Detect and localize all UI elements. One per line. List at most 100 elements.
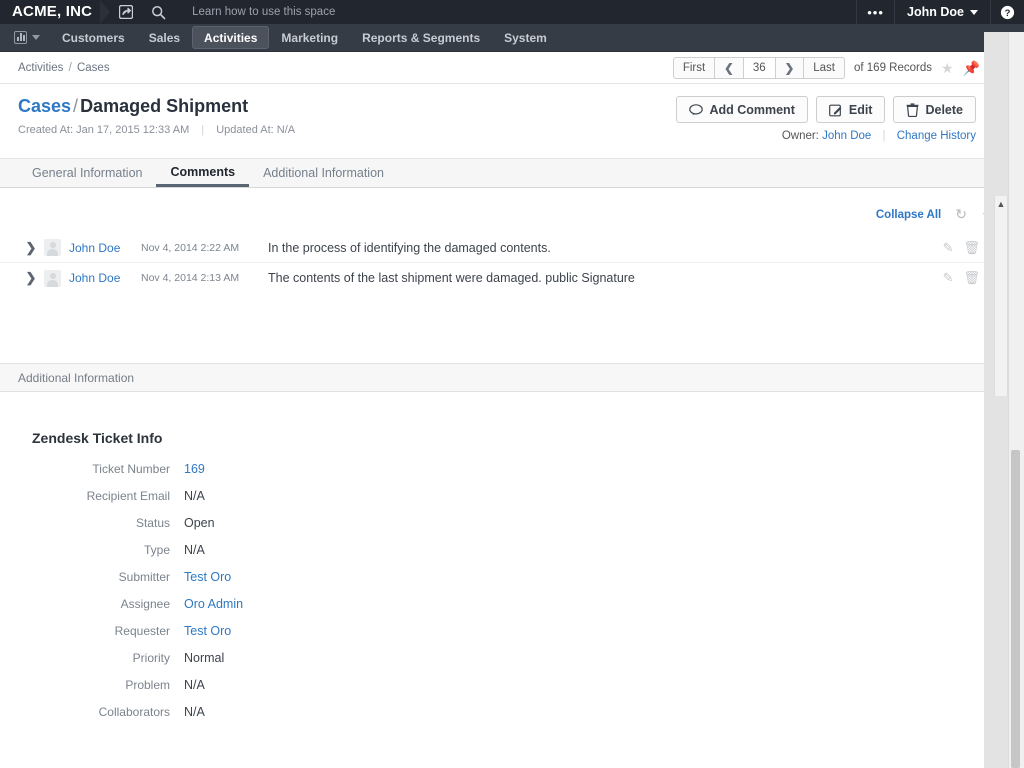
help-hint-text[interactable]: Learn how to use this space bbox=[174, 0, 856, 24]
comment-text: The contents of the last shipment were d… bbox=[268, 271, 635, 285]
entity-link-cases[interactable]: Cases bbox=[18, 96, 71, 116]
field-label: Assignee bbox=[32, 597, 184, 611]
bar-chart-icon bbox=[14, 31, 27, 44]
field-submitter: Submitter Test Oro bbox=[32, 570, 1024, 584]
comment-actions: ✎ 🗑 bbox=[943, 240, 980, 256]
breadcrumb-current[interactable]: Cases bbox=[77, 62, 110, 74]
add-comment-label: Add Comment bbox=[709, 103, 794, 117]
comment-delete-icon[interactable]: 🗑 bbox=[963, 240, 980, 256]
avatar bbox=[44, 239, 61, 256]
pager-prev-icon[interactable]: ❮ bbox=[714, 57, 743, 79]
zendesk-ticket-info-title: Zendesk Ticket Info bbox=[32, 430, 1024, 446]
user-menu[interactable]: John Doe bbox=[894, 0, 990, 24]
dashboard-menu[interactable] bbox=[0, 24, 50, 51]
breadcrumb-parent[interactable]: Activities bbox=[18, 62, 63, 74]
additional-information-header: Additional Information bbox=[0, 364, 1024, 392]
field-label: Status bbox=[32, 516, 184, 530]
nav-item-sales[interactable]: Sales bbox=[137, 24, 192, 51]
page-scrollbar[interactable] bbox=[1008, 32, 1024, 768]
chevron-right-icon[interactable]: ❯ bbox=[18, 270, 44, 286]
brand-logo[interactable]: ACME, INC bbox=[0, 0, 104, 24]
main-navigation: Customers Sales Activities Marketing Rep… bbox=[0, 24, 1024, 52]
field-problem: Problem N/A bbox=[32, 678, 1024, 692]
delete-button[interactable]: Delete bbox=[893, 96, 976, 123]
field-label: Problem bbox=[32, 678, 184, 692]
nav-item-reports-segments[interactable]: Reports & Segments bbox=[350, 24, 492, 51]
field-recipient-email: Recipient Email N/A bbox=[32, 489, 1024, 503]
pin-icon[interactable]: 📌 bbox=[963, 60, 980, 77]
record-header: Cases/Damaged Shipment Created At: Jan 1… bbox=[0, 84, 1024, 158]
field-priority: Priority Normal bbox=[32, 651, 1024, 665]
comment-edit-icon[interactable]: ✎ bbox=[943, 240, 954, 256]
field-label: Submitter bbox=[32, 570, 184, 584]
pager-button-group: First ❮ 36 ❯ Last bbox=[673, 57, 845, 79]
more-options-icon[interactable]: ••• bbox=[856, 0, 894, 24]
created-at: Created At: Jan 17, 2015 12:33 AM bbox=[18, 124, 189, 136]
tab-comments[interactable]: Comments bbox=[156, 159, 249, 187]
field-value: N/A bbox=[184, 678, 205, 692]
add-comment-button[interactable]: Add Comment bbox=[676, 96, 807, 123]
field-label: Type bbox=[32, 543, 184, 557]
pager-first-button[interactable]: First bbox=[673, 57, 714, 79]
refresh-icon[interactable]: ↻ bbox=[955, 206, 967, 223]
field-label: Requester bbox=[32, 624, 184, 638]
field-status: Status Open bbox=[32, 516, 1024, 530]
field-value: Normal bbox=[184, 651, 224, 665]
field-value[interactable]: Oro Admin bbox=[184, 597, 243, 611]
scroll-up-icon[interactable]: ▲ bbox=[995, 200, 1007, 209]
pager-page-input[interactable]: 36 bbox=[743, 57, 775, 79]
comment-icon bbox=[689, 104, 703, 116]
collapse-all-link[interactable]: Collapse All bbox=[876, 209, 941, 221]
share-icon[interactable] bbox=[110, 0, 142, 24]
field-value[interactable]: Test Oro bbox=[184, 570, 231, 584]
pager-next-icon[interactable]: ❯ bbox=[775, 57, 804, 79]
pencil-icon bbox=[829, 103, 843, 117]
comment-author-link[interactable]: John Doe bbox=[69, 241, 131, 255]
top-bar-right-group: ••• John Doe ? bbox=[856, 0, 1024, 24]
change-history-link[interactable]: Change History bbox=[897, 130, 976, 142]
user-menu-label: John Doe bbox=[907, 5, 964, 19]
field-value: N/A bbox=[184, 543, 205, 557]
nav-item-system[interactable]: System bbox=[492, 24, 559, 51]
comment-author-link[interactable]: John Doe bbox=[69, 271, 131, 285]
breadcrumb-bar: Activities / Cases First ❮ 36 ❯ Last of … bbox=[0, 52, 1024, 84]
field-value[interactable]: 169 bbox=[184, 462, 205, 476]
meta-divider: | bbox=[192, 124, 213, 136]
help-icon[interactable]: ? bbox=[990, 0, 1024, 24]
edit-button[interactable]: Edit bbox=[816, 96, 886, 123]
field-value[interactable]: Test Oro bbox=[184, 624, 231, 638]
chevron-right-icon[interactable]: ❯ bbox=[18, 240, 44, 256]
field-collaborators: Collaborators N/A bbox=[32, 705, 1024, 719]
nav-item-activities[interactable]: Activities bbox=[192, 26, 269, 49]
search-icon[interactable] bbox=[142, 0, 174, 24]
tab-additional-information[interactable]: Additional Information bbox=[249, 159, 398, 187]
comments-scrollbar[interactable]: ▲ bbox=[994, 196, 1008, 396]
tab-general-information[interactable]: General Information bbox=[18, 159, 156, 187]
nav-item-marketing[interactable]: Marketing bbox=[269, 24, 350, 51]
field-value: Open bbox=[184, 516, 215, 530]
comment-date: Nov 4, 2014 2:13 AM bbox=[141, 272, 239, 284]
field-value: N/A bbox=[184, 705, 205, 719]
top-bar: ACME, INC Learn how to use this space ••… bbox=[0, 0, 1024, 24]
trash-icon bbox=[906, 103, 919, 117]
comment-edit-icon[interactable]: ✎ bbox=[943, 270, 954, 286]
pager-last-button[interactable]: Last bbox=[803, 57, 845, 79]
owner-divider: | bbox=[875, 130, 894, 142]
pager-record-count: of 169 Records bbox=[854, 62, 932, 74]
right-rail-background bbox=[984, 32, 1008, 768]
nav-item-customers[interactable]: Customers bbox=[50, 24, 137, 51]
chevron-down-icon bbox=[32, 35, 40, 40]
field-label: Collaborators bbox=[32, 705, 184, 719]
owner-link[interactable]: John Doe bbox=[822, 130, 871, 142]
comments-toolbar: Collapse All ↻ ↑ bbox=[0, 188, 1024, 233]
brand-arrow-decoration bbox=[100, 0, 110, 24]
comment-text: In the process of identifying the damage… bbox=[268, 241, 551, 255]
comment-delete-icon[interactable]: 🗑 bbox=[963, 270, 980, 286]
page-scrollbar-thumb[interactable] bbox=[1011, 450, 1020, 768]
star-icon[interactable]: ★ bbox=[941, 60, 954, 77]
additional-information-body: Zendesk Ticket Info Ticket Number 169 Re… bbox=[0, 392, 1024, 719]
owner-line: Owner: John Doe | Change History bbox=[782, 130, 976, 142]
title-separator: / bbox=[71, 96, 80, 116]
chevron-down-icon bbox=[970, 10, 978, 15]
updated-at: Updated At: N/A bbox=[216, 124, 295, 136]
